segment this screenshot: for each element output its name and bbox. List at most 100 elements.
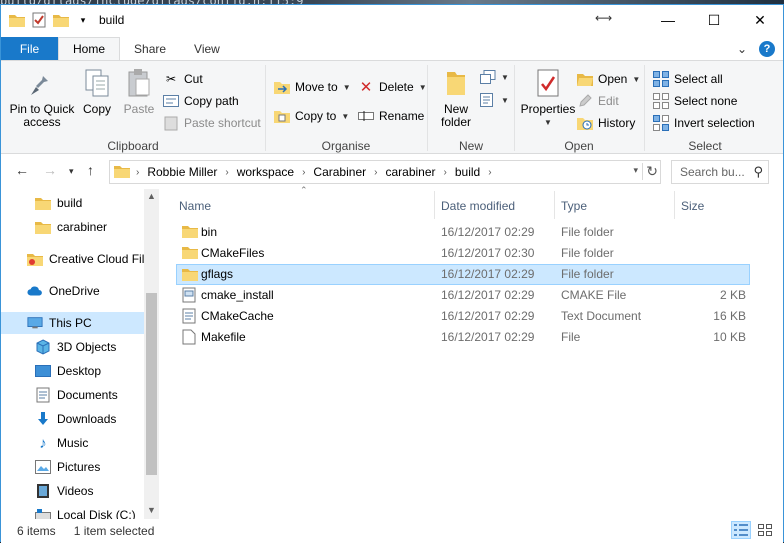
breadcrumb-build[interactable]: build › <box>449 165 494 179</box>
details-view-button[interactable] <box>731 521 751 539</box>
copy-button[interactable]: Copy <box>79 67 115 116</box>
nav-item-carabiner[interactable]: carabiner <box>1 216 145 238</box>
column-header-name[interactable]: Name <box>179 195 211 217</box>
file-size: 10 KB <box>713 330 746 344</box>
properties-button[interactable]: Properties ▼ <box>519 67 577 129</box>
file-row[interactable]: Makefile 16/12/2017 02:29 File 10 KB <box>176 327 750 348</box>
properties-icon[interactable] <box>31 12 47 28</box>
breadcrumb-carabiner[interactable]: carabiner › <box>379 165 448 179</box>
address-bar[interactable]: › Robbie Miller › workspace › Carabiner › c… <box>109 160 661 184</box>
nav-item-downloads[interactable]: Downloads <box>1 408 145 430</box>
collapse-ribbon-icon[interactable]: ⌄ <box>737 42 747 56</box>
delete-button[interactable]: ✕ Delete ▼ <box>358 79 427 96</box>
column-header-date[interactable]: Date modified <box>441 195 515 217</box>
search-input[interactable]: Search bu... ⚲ <box>671 160 769 184</box>
move-to-button[interactable]: Move to ▼ <box>274 79 351 95</box>
scissors-icon: ✂ <box>165 72 177 86</box>
rename-button[interactable]: Rename <box>358 108 424 124</box>
selection-count: 1 item selected <box>73 524 155 538</box>
tab-view[interactable]: View <box>180 37 234 61</box>
customize-toolbar-icon[interactable]: ▾ <box>75 12 91 28</box>
edit-button[interactable]: Edit <box>577 93 619 109</box>
scroll-up-icon[interactable]: ▲ <box>147 191 156 201</box>
copy-path-button[interactable]: Copy path <box>163 93 239 109</box>
file-type: File <box>561 330 581 344</box>
nav-item-documents[interactable]: Documents <box>1 384 145 406</box>
new-folder-icon[interactable] <box>53 12 69 28</box>
resize-arrows-icon: ⟷ <box>595 11 613 25</box>
address-dropdown-icon[interactable]: ▾ <box>633 165 638 176</box>
column-header-size[interactable]: Size <box>681 195 704 217</box>
easy-access-button[interactable]: ▼ <box>480 92 509 108</box>
file-row[interactable]: CMakeFiles 16/12/2017 02:30 File folder <box>176 243 750 264</box>
new-folder-button[interactable]: New folder <box>436 67 476 129</box>
disk-icon <box>35 507 51 519</box>
nav-item-local-disk[interactable]: Local Disk (C:) <box>1 504 145 519</box>
scroll-thumb[interactable] <box>146 293 157 475</box>
breadcrumb-robbie-miller[interactable]: Robbie Miller › <box>141 165 230 179</box>
clipboard-group: Pin to Quick access Copy Paste ✂ Cut Cop… <box>1 61 265 155</box>
title-bar[interactable]: ▾ build ⟷ — ☐ ✕ <box>1 5 783 35</box>
forward-button[interactable]: → <box>43 162 57 178</box>
recent-locations-button[interactable]: ▾ <box>69 166 74 177</box>
pin-quick-access-button[interactable]: Pin to Quick access <box>7 67 77 129</box>
nav-item-desktop[interactable]: Desktop <box>1 360 145 382</box>
select-none-button[interactable]: Select none <box>653 93 737 109</box>
file-row[interactable]: CMakeCache 16/12/2017 02:29 Text Documen… <box>176 306 750 327</box>
open-group: Properties ▼ Open ▼ Edit History Open <box>515 61 643 155</box>
copy-to-icon <box>274 108 290 124</box>
nav-item-3d-objects[interactable]: 3D Objects <box>1 336 145 358</box>
select-all-button[interactable]: Select all <box>653 71 723 87</box>
large-icons-view-button[interactable] <box>755 521 775 539</box>
tab-home[interactable]: Home <box>58 37 121 61</box>
open-button[interactable]: Open ▼ <box>577 71 640 87</box>
easy-access-icon <box>480 92 496 108</box>
copy-to-button[interactable]: Copy to ▼ <box>274 108 349 124</box>
quick-access-toolbar: ▾ <box>1 12 91 28</box>
explorer-window: ▾ build ⟷ — ☐ ✕ File Home Share View ⌄ ?… <box>0 4 784 543</box>
address-row: ← → ▾ ↑ › Robbie Miller › workspace › Cara… <box>1 157 783 187</box>
history-button[interactable]: History <box>577 115 635 131</box>
breadcrumb-carabiner-upper[interactable]: Carabiner › <box>307 165 379 179</box>
nav-item-pictures[interactable]: Pictures <box>1 456 145 478</box>
close-button[interactable]: ✕ <box>737 5 783 35</box>
scroll-down-icon[interactable]: ▼ <box>147 505 156 515</box>
new-folder-icon <box>440 67 472 99</box>
search-icon: ⚲ <box>753 164 763 179</box>
file-row[interactable]: cmake_install 16/12/2017 02:29 CMAKE Fil… <box>176 285 750 306</box>
help-icon[interactable]: ? <box>759 41 775 57</box>
navigation-pane: build carabiner Creative Cloud Fil OneDr… <box>1 189 161 519</box>
file-type: CMAKE File <box>561 288 627 302</box>
cmake-file-icon <box>182 287 196 306</box>
nav-item-music[interactable]: ♪ Music <box>1 432 145 454</box>
column-header-type[interactable]: Type <box>561 195 587 217</box>
file-row[interactable]: bin 16/12/2017 02:29 File folder <box>176 222 750 243</box>
up-button[interactable]: ↑ <box>87 162 94 178</box>
onedrive-icon <box>27 283 43 299</box>
paste-shortcut-icon <box>163 115 179 131</box>
nav-item-this-pc[interactable]: This PC <box>1 312 145 334</box>
minimize-button[interactable]: — <box>645 5 691 35</box>
maximize-button[interactable]: ☐ <box>691 5 737 35</box>
nav-item-onedrive[interactable]: OneDrive <box>1 280 145 302</box>
invert-selection-button[interactable]: Invert selection <box>653 115 755 131</box>
nav-scrollbar[interactable]: ▲ ▼ <box>144 189 159 519</box>
invert-selection-icon <box>653 115 669 131</box>
nav-item-videos[interactable]: Videos <box>1 480 145 502</box>
folder-icon <box>182 267 198 284</box>
back-button[interactable]: ← <box>15 162 29 178</box>
file-type: File folder <box>561 225 614 239</box>
file-row-selected[interactable]: gflags 16/12/2017 02:29 File folder <box>176 264 750 285</box>
new-item-button[interactable]: ▼ <box>480 69 509 85</box>
nav-item-build[interactable]: build <box>1 192 145 214</box>
paste-shortcut-button[interactable]: Paste shortcut <box>163 115 261 131</box>
refresh-icon[interactable]: ↻ <box>642 163 658 180</box>
cut-button[interactable]: ✂ Cut <box>163 71 203 87</box>
tab-share[interactable]: Share <box>120 37 180 61</box>
nav-item-creative-cloud[interactable]: Creative Cloud Fil <box>1 248 145 270</box>
breadcrumb-workspace[interactable]: workspace › <box>231 165 308 179</box>
paste-button[interactable]: Paste <box>119 67 159 116</box>
tab-file[interactable]: File <box>1 37 58 61</box>
folder-icon <box>35 219 51 235</box>
pin-icon <box>26 67 58 99</box>
